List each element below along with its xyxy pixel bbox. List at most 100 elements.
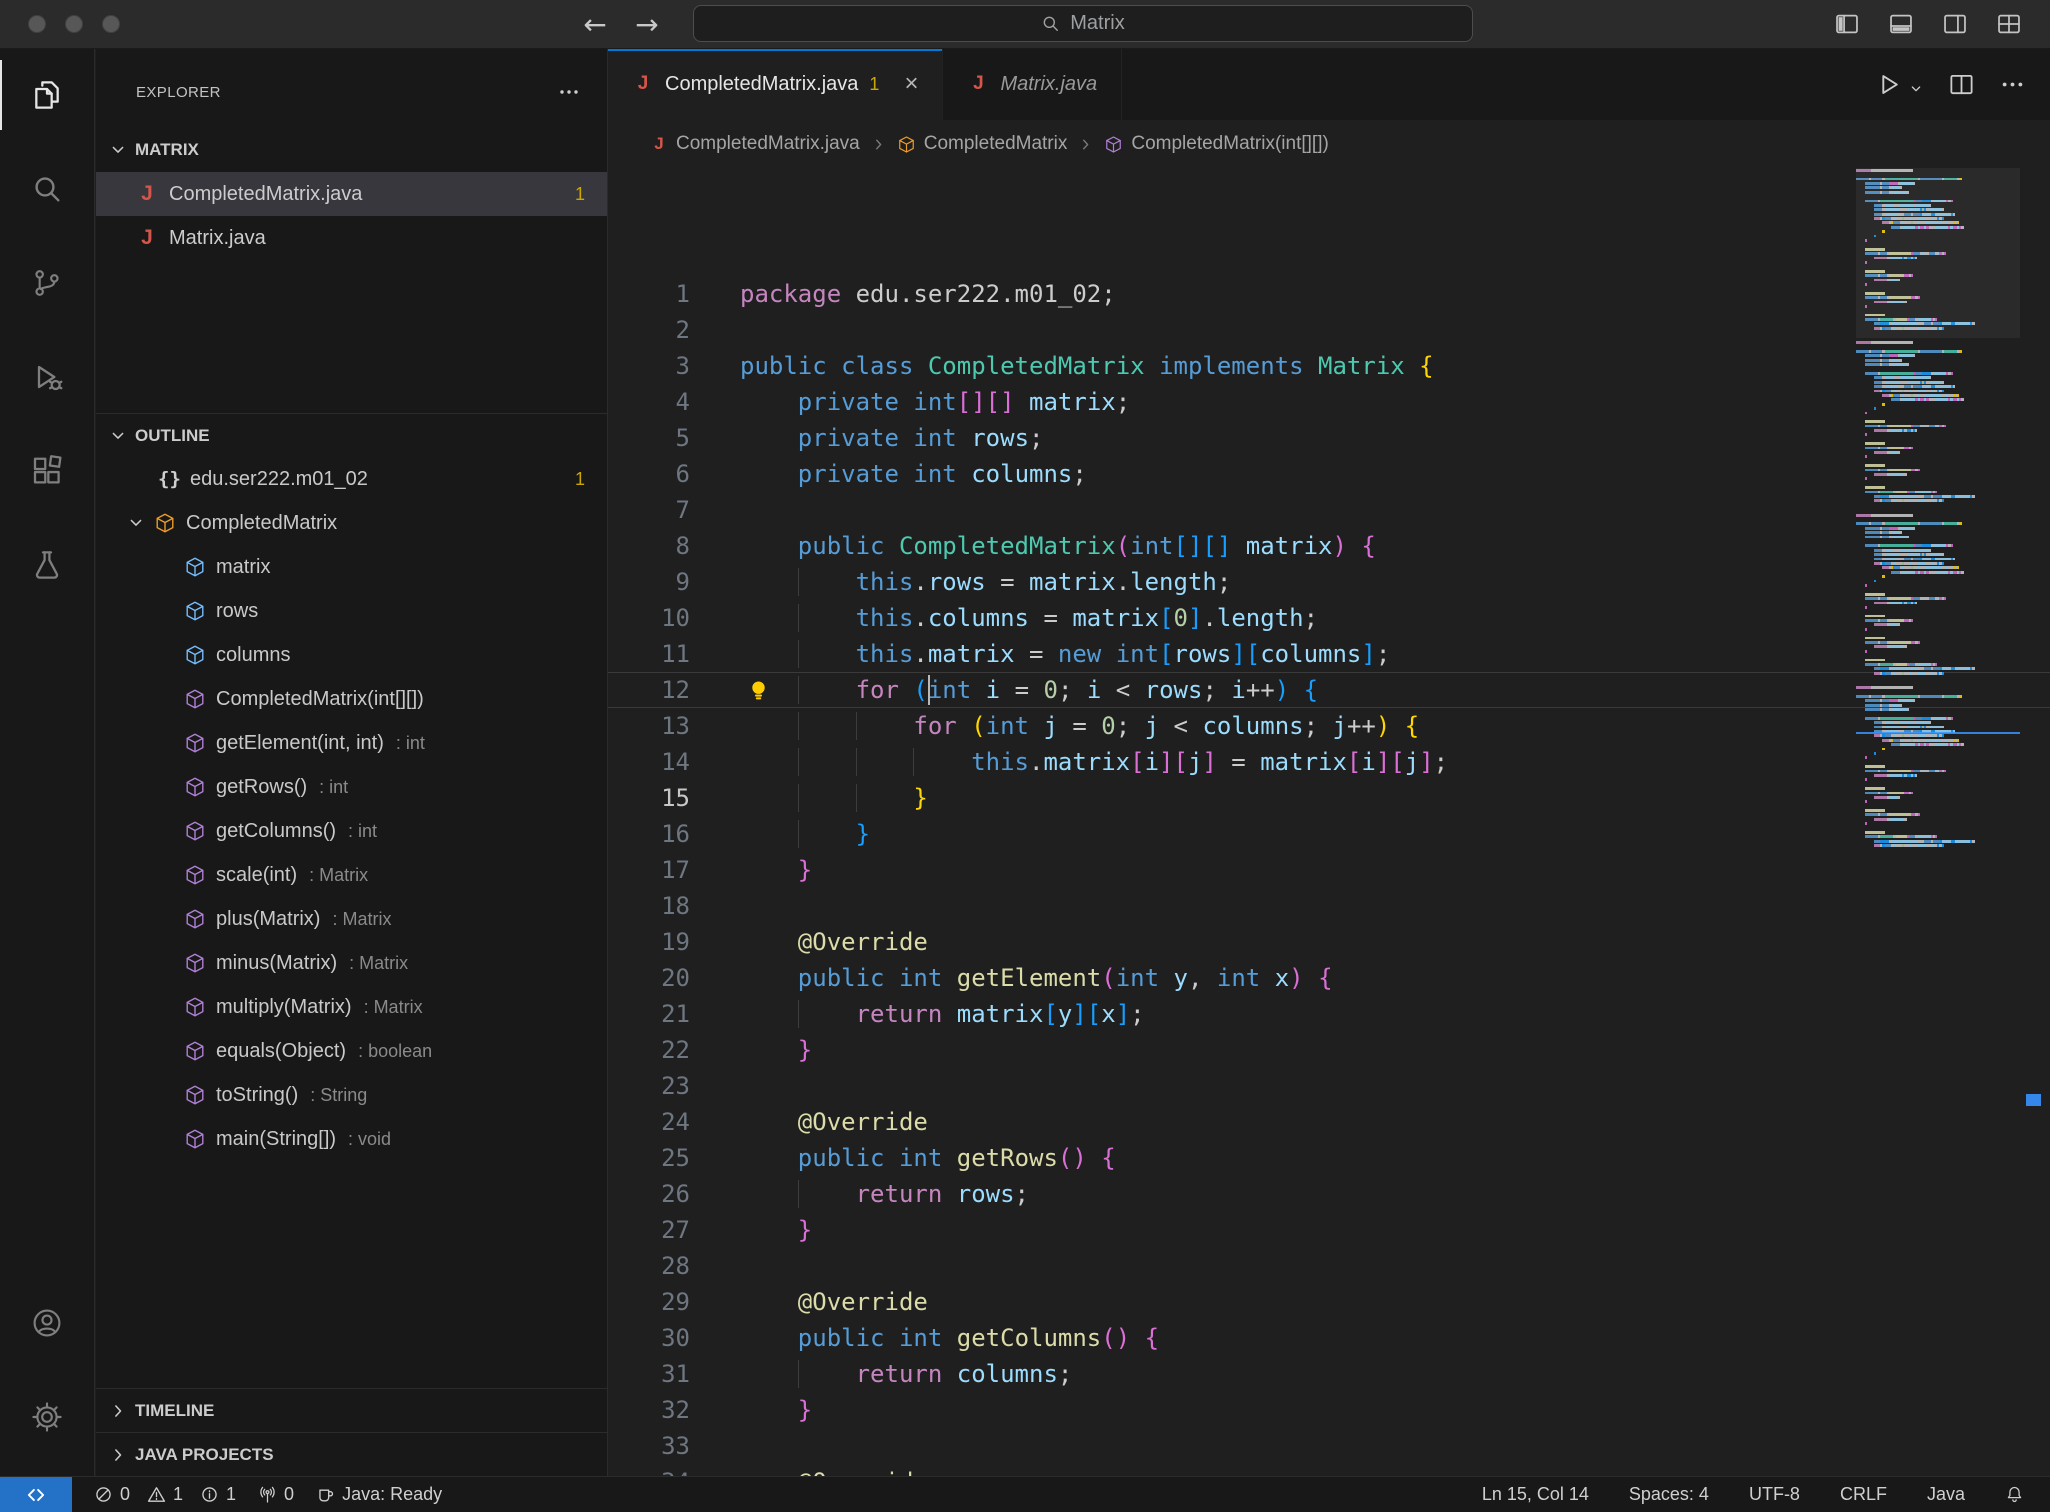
eol-setting[interactable]: CRLF — [1840, 1484, 1887, 1505]
tab-completedmatrix[interactable]: J CompletedMatrix.java 1 × — [608, 48, 943, 120]
code-line[interactable]: 30 public int getColumns() { — [608, 1320, 2050, 1356]
java-status[interactable]: Java: Ready — [316, 1484, 442, 1505]
breadcrumb-method[interactable]: CompletedMatrix(int[][]) — [1104, 133, 1328, 155]
zoom-window-button[interactable] — [102, 15, 120, 33]
code-line[interactable]: 2 — [608, 312, 2050, 348]
outline-item-getrows-[interactable]: getRows(): int — [96, 765, 607, 809]
toggle-panel-icon[interactable] — [1888, 11, 1914, 37]
close-tab-button[interactable]: × — [904, 72, 918, 96]
code-line[interactable]: 18 — [608, 888, 2050, 924]
activity-item-run-and-debug[interactable] — [0, 330, 94, 424]
outline-item-completedmatrix-int-[interactable]: CompletedMatrix(int[][]) — [96, 677, 607, 721]
activity-item-accounts[interactable] — [0, 1276, 94, 1370]
language-mode[interactable]: Java — [1927, 1484, 1965, 1505]
code-line[interactable]: 14 this.matrix[i][j] = matrix[i][j]; — [608, 744, 2050, 780]
toggle-secondary-sidebar-icon[interactable] — [1942, 11, 1968, 37]
file-item-matrix[interactable]: J Matrix.java — [96, 216, 607, 260]
notifications-bell[interactable] — [2005, 1485, 2024, 1504]
code-line[interactable]: 26 return rows; — [608, 1176, 2050, 1212]
problems-indicator[interactable]: 0 1 1 — [94, 1484, 236, 1505]
remote-indicator[interactable] — [0, 1477, 72, 1512]
code-line[interactable]: 11 this.matrix = new int[rows][columns]; — [608, 636, 2050, 672]
activity-item-source-control[interactable] — [0, 236, 94, 330]
code-line[interactable]: 19 @Override — [608, 924, 2050, 960]
code-line[interactable]: 29 @Override — [608, 1284, 2050, 1320]
activity-item-search[interactable] — [0, 142, 94, 236]
code-line[interactable]: 6 private int columns; — [608, 456, 2050, 492]
outline-item-main-string-[interactable]: main(String[]): void — [96, 1117, 607, 1161]
run-dropdown-icon[interactable] — [1908, 81, 1924, 97]
code-line[interactable]: 28 — [608, 1248, 2050, 1284]
breadcrumb-class[interactable]: CompletedMatrix — [897, 133, 1068, 155]
section-header-java-projects[interactable]: JAVA PROJECTS — [96, 1432, 607, 1476]
outline-item-equals-object-[interactable]: equals(Object): boolean — [96, 1029, 607, 1073]
code-line[interactable]: 8 public CompletedMatrix(int[][] matrix)… — [608, 528, 2050, 564]
code-line[interactable]: 33 — [608, 1428, 2050, 1464]
code-line[interactable]: 13 for (int j = 0; j < columns; j++) { — [608, 708, 2050, 744]
code-line[interactable]: 25 public int getRows() { — [608, 1140, 2050, 1176]
code-line[interactable]: 9 this.rows = matrix.length; — [608, 564, 2050, 600]
code-line[interactable]: 32 } — [608, 1392, 2050, 1428]
code-line[interactable]: 21 return matrix[y][x]; — [608, 996, 2050, 1032]
code-line[interactable]: 4 private int[][] matrix; — [608, 384, 2050, 420]
section-header-folder[interactable]: MATRIX — [96, 128, 607, 172]
activity-item-explorer[interactable] — [0, 48, 94, 142]
activity-item-testing[interactable] — [0, 518, 94, 612]
outline-item-completedmatrix[interactable]: CompletedMatrix — [96, 501, 607, 545]
code-editor[interactable]: 1package edu.ser222.m01_02;23public clas… — [608, 168, 2050, 1476]
code-line[interactable]: 17 } — [608, 852, 2050, 888]
outline-item-rows[interactable]: rows — [96, 589, 607, 633]
code-line[interactable]: 27 } — [608, 1212, 2050, 1248]
minimap[interactable] — [1856, 168, 2020, 1476]
file-item-completedmatrix[interactable]: J CompletedMatrix.java 1 — [96, 172, 607, 216]
minimize-window-button[interactable] — [65, 15, 83, 33]
encoding-setting[interactable]: UTF-8 — [1749, 1484, 1800, 1505]
code-line[interactable]: 31 return columns; — [608, 1356, 2050, 1392]
code-line[interactable]: 22 } — [608, 1032, 2050, 1068]
minimap-slider[interactable] — [1856, 168, 2020, 338]
outline-item-minus-matrix-[interactable]: minus(Matrix): Matrix — [96, 941, 607, 985]
lightbulb-icon[interactable] — [745, 677, 772, 704]
gear-icon — [31, 1401, 63, 1433]
code-line[interactable]: 16 } — [608, 816, 2050, 852]
indentation-setting[interactable]: Spaces: 4 — [1629, 1484, 1709, 1505]
code-line[interactable]: 5 private int rows; — [608, 420, 2050, 456]
ports-indicator[interactable]: 0 — [258, 1484, 294, 1505]
code-line[interactable]: 20 public int getElement(int y, int x) { — [608, 960, 2050, 996]
outline-item-matrix[interactable]: matrix — [96, 545, 607, 589]
outline-item-multiply-matrix-[interactable]: multiply(Matrix): Matrix — [96, 985, 607, 1029]
back-button[interactable]: ← — [576, 5, 614, 43]
split-editor-icon[interactable] — [1948, 71, 1975, 98]
code-line[interactable]: 24 @Override — [608, 1104, 2050, 1140]
code-line[interactable]: 12 for (int i = 0; i < rows; i++) { — [608, 672, 2050, 708]
customize-layout-icon[interactable] — [1996, 11, 2022, 37]
activity-item-extensions[interactable] — [0, 424, 94, 518]
code-line[interactable]: 1package edu.ser222.m01_02; — [608, 276, 2050, 312]
code-line[interactable]: 34 @Override — [608, 1464, 2050, 1476]
breadcrumb-file[interactable]: J CompletedMatrix.java — [650, 133, 860, 155]
outline-item-edu-ser222-m01-02[interactable]: {}edu.ser222.m01_021 — [96, 457, 607, 501]
command-center-search[interactable]: Matrix — [693, 5, 1473, 42]
code-line[interactable]: 7 — [608, 492, 2050, 528]
outline-item-getcolumns-[interactable]: getColumns(): int — [96, 809, 607, 853]
outline-item-plus-matrix-[interactable]: plus(Matrix): Matrix — [96, 897, 607, 941]
section-header-outline[interactable]: OUTLINE — [96, 413, 607, 457]
sidebar-more-actions-icon[interactable] — [557, 80, 581, 104]
outline-item-scale-int-[interactable]: scale(int): Matrix — [96, 853, 607, 897]
section-header-timeline[interactable]: TIMELINE — [96, 1388, 607, 1432]
code-line[interactable]: 3public class CompletedMatrix implements… — [608, 348, 2050, 384]
close-window-button[interactable] — [28, 15, 46, 33]
outline-item-columns[interactable]: columns — [96, 633, 607, 677]
code-line[interactable]: 15 } — [608, 780, 2050, 816]
cursor-position[interactable]: Ln 15, Col 14 — [1482, 1484, 1589, 1505]
outline-item-getelement-int-int-[interactable]: getElement(int, int): int — [96, 721, 607, 765]
code-line[interactable]: 23 — [608, 1068, 2050, 1104]
forward-button[interactable]: → — [628, 5, 666, 43]
tab-matrix[interactable]: J Matrix.java — [943, 48, 1122, 120]
code-line[interactable]: 10 this.columns = matrix[0].length; — [608, 600, 2050, 636]
run-java-button[interactable] — [1876, 71, 1903, 98]
toggle-primary-sidebar-icon[interactable] — [1834, 11, 1860, 37]
activity-item-settings[interactable] — [0, 1370, 94, 1464]
outline-item-tostring-[interactable]: toString(): String — [96, 1073, 607, 1117]
more-actions-icon[interactable] — [1999, 71, 2026, 98]
